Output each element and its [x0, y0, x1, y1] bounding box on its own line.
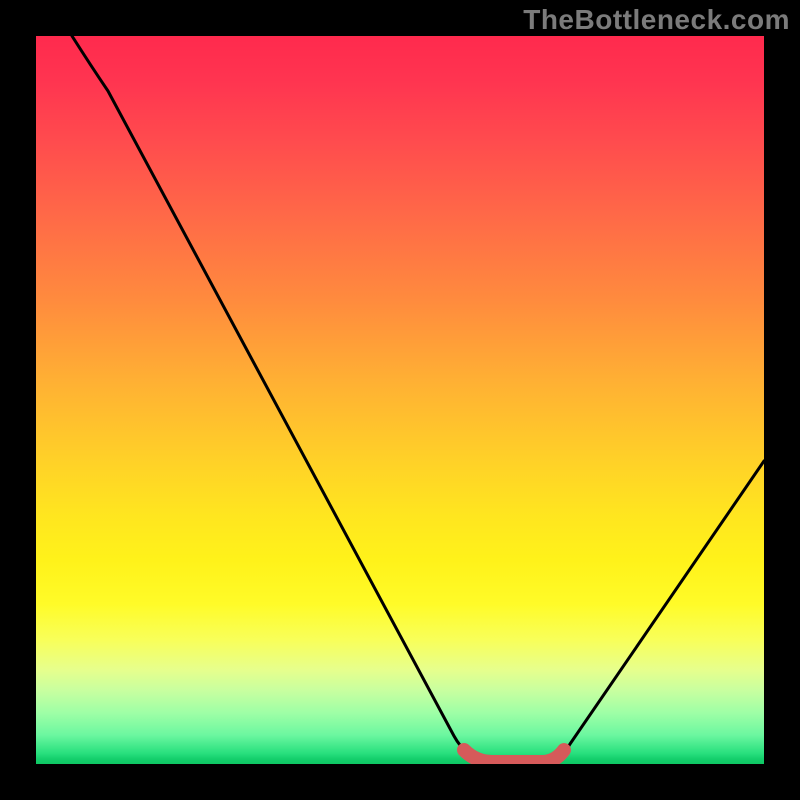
plot-area	[36, 36, 764, 764]
bottleneck-curve	[72, 36, 764, 762]
curve-svg	[36, 36, 764, 764]
highlight-segment	[464, 750, 564, 762]
watermark-text: TheBottleneck.com	[523, 4, 790, 36]
chart-frame: TheBottleneck.com	[0, 0, 800, 800]
